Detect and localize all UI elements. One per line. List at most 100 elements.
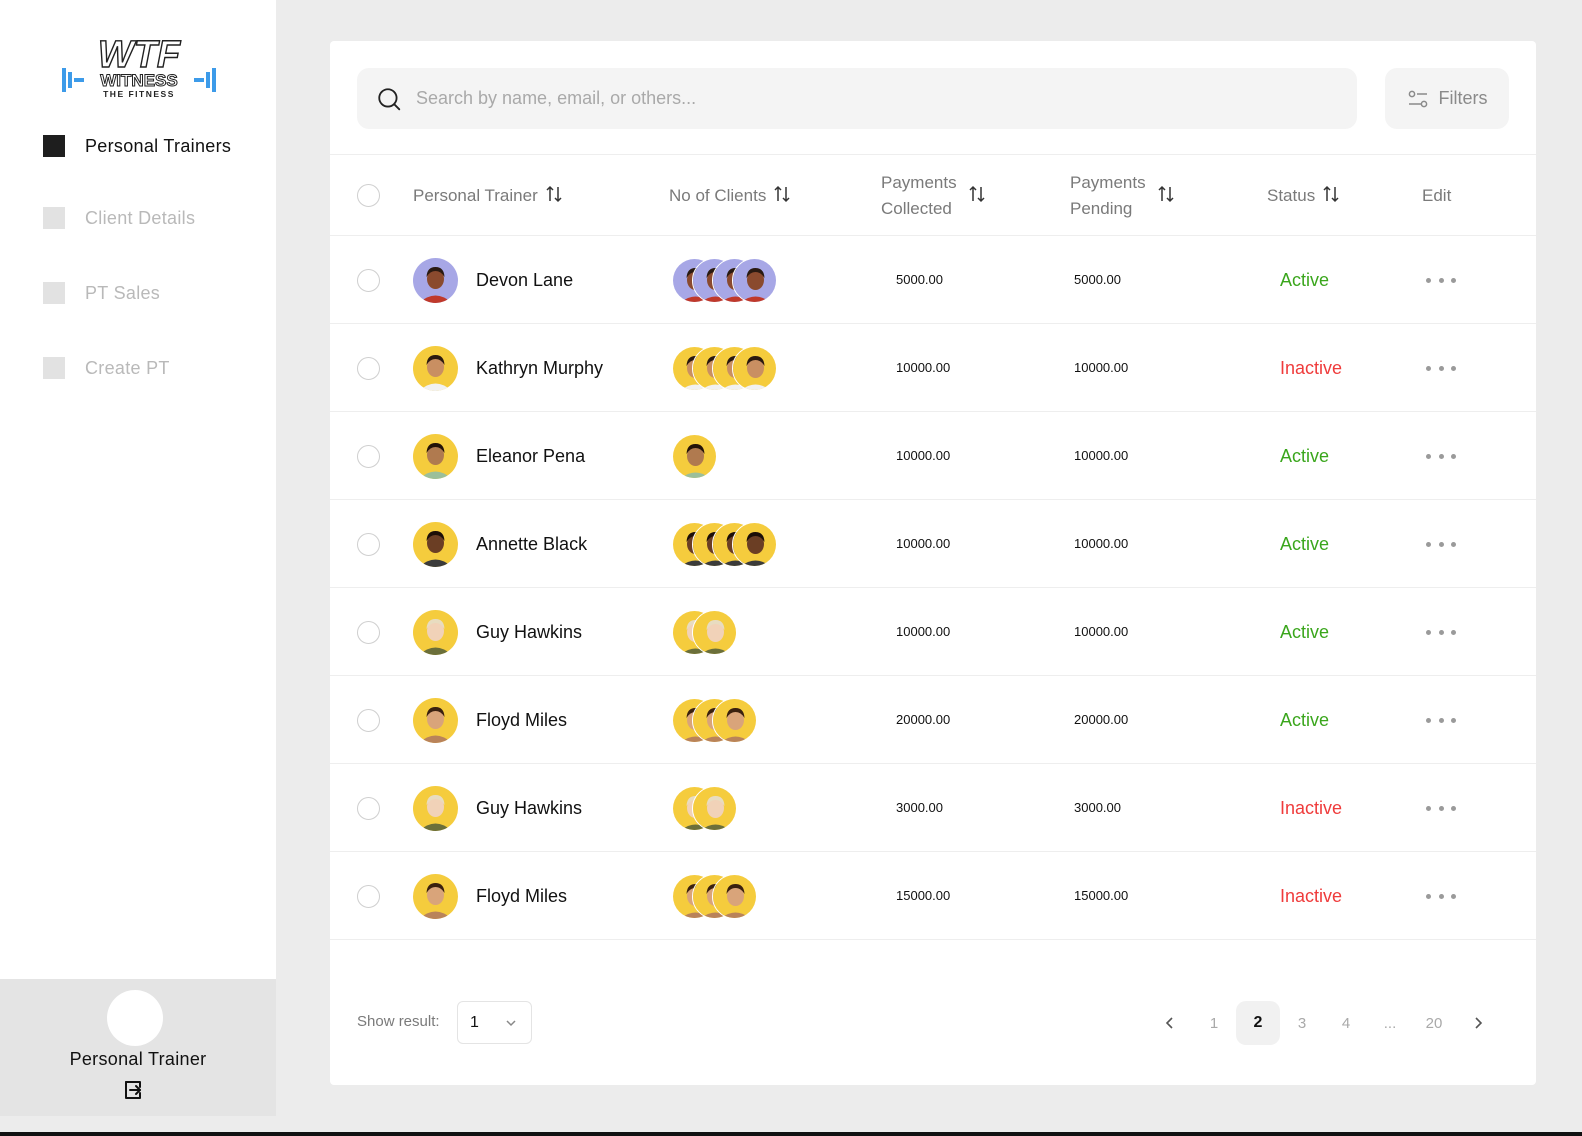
col-payments-collected[interactable]: Payments Collected	[881, 170, 985, 222]
trainer-name[interactable]: Floyd Miles	[476, 676, 567, 764]
more-options-icon[interactable]	[1426, 886, 1456, 906]
payments-pending: 10000.00	[1074, 536, 1129, 551]
user-panel: Personal Trainer	[0, 979, 276, 1116]
payments-pending: 3000.00	[1074, 800, 1121, 815]
sort-icon[interactable]	[1158, 185, 1174, 208]
row-select-radio[interactable]	[357, 709, 380, 732]
trainer-name[interactable]: Devon Lane	[476, 236, 573, 324]
page-button[interactable]: 2	[1236, 1001, 1280, 1045]
table-row[interactable]: Eleanor Pena 10000.00 10000.00 Active	[330, 412, 1536, 500]
sidebar-item-label: PT Sales	[85, 282, 161, 303]
row-select-radio[interactable]	[357, 445, 380, 468]
more-options-icon[interactable]	[1426, 534, 1456, 554]
page-button[interactable]: 4	[1324, 1001, 1368, 1045]
avatar[interactable]	[107, 990, 163, 1046]
page-ellipsis: ...	[1383, 1014, 1397, 1032]
payments-collected: 10000.00	[896, 536, 951, 551]
more-options-icon[interactable]	[1426, 710, 1456, 730]
payments-collected: 5000.00	[896, 272, 943, 287]
row-select-radio[interactable]	[357, 621, 380, 644]
table-header: Personal Trainer No of Clients Payments C…	[330, 154, 1536, 236]
avatar	[413, 522, 458, 567]
sidebar-item-create-pt[interactable]: Create PT	[43, 357, 170, 379]
client-avatar	[692, 610, 737, 655]
filter-sliders-icon	[1408, 90, 1427, 107]
avatar	[413, 610, 458, 655]
col-no-of-clients[interactable]: No of Clients	[669, 183, 790, 209]
col-header-line: Pending	[1070, 199, 1133, 218]
table-row[interactable]: Guy Hawkins 10000.00 10000.00 Active	[330, 588, 1536, 676]
trainers-card: Filters Personal Trainer No of Clients P…	[330, 41, 1536, 1085]
col-header-line: Payments	[881, 173, 957, 192]
more-options-icon[interactable]	[1426, 798, 1456, 818]
prev-page-icon[interactable]	[1148, 1001, 1192, 1045]
search-input[interactable]	[416, 88, 1296, 109]
col-payments-pending[interactable]: Payments Pending	[1070, 170, 1174, 222]
trainer-name[interactable]: Eleanor Pena	[476, 412, 585, 500]
table-body: Devon Lane 5000.00 5000.00 Active Kathryn Mu…	[330, 236, 1536, 940]
more-options-icon[interactable]	[1426, 270, 1456, 290]
select-all-radio[interactable]	[357, 184, 380, 207]
row-select-radio[interactable]	[357, 533, 380, 556]
status-badge: Active	[1280, 709, 1330, 730]
page-button[interactable]: 3	[1280, 1001, 1324, 1045]
trainer-name[interactable]: Kathryn Murphy	[476, 324, 603, 412]
col-edit: Edit	[1422, 183, 1451, 209]
table-row[interactable]: Floyd Miles 20000.00 20000.00 Active	[330, 676, 1536, 764]
sort-icon[interactable]	[546, 185, 562, 208]
status-badge: Inactive	[1280, 885, 1343, 906]
sort-icon[interactable]	[774, 185, 790, 208]
row-select-radio[interactable]	[357, 269, 380, 292]
trainer-name[interactable]: Guy Hawkins	[476, 588, 582, 676]
client-avatar	[712, 698, 757, 743]
payments-collected: 20000.00	[896, 712, 951, 727]
trainer-name[interactable]: Annette Black	[476, 500, 587, 588]
status-badge: Active	[1280, 621, 1330, 642]
more-options-icon[interactable]	[1426, 622, 1456, 642]
more-options-icon[interactable]	[1426, 446, 1456, 466]
client-avatar	[732, 258, 777, 303]
row-select-radio[interactable]	[357, 885, 380, 908]
sort-icon[interactable]	[1323, 185, 1339, 208]
col-personal-trainer[interactable]: Personal Trainer	[413, 183, 562, 209]
table-footer: Show result: 1 1 2 3 4... 20	[330, 1001, 1536, 1045]
table-row[interactable]: Guy Hawkins 3000.00 3000.00 Inactive	[330, 764, 1536, 852]
payments-collected: 3000.00	[896, 800, 943, 815]
table-row[interactable]: Annette Black 10000.00 10000.00 Active	[330, 500, 1536, 588]
trainer-name[interactable]: Floyd Miles	[476, 852, 567, 940]
search-bar[interactable]	[357, 68, 1357, 129]
avatar	[413, 874, 458, 919]
trainer-name[interactable]: Guy Hawkins	[476, 764, 582, 852]
page-button[interactable]: 1	[1192, 1001, 1236, 1045]
brand-logo[interactable]: WTF WITNESS THE FITNESS	[58, 33, 220, 100]
col-status[interactable]: Status	[1267, 183, 1339, 209]
row-select-radio[interactable]	[357, 357, 380, 380]
nav-square-icon	[43, 357, 65, 379]
sidebar-item-client-details[interactable]: Client Details	[43, 207, 195, 229]
avatar	[413, 434, 458, 479]
show-result-select[interactable]: 1	[457, 1001, 532, 1044]
filters-button[interactable]: Filters	[1385, 68, 1509, 129]
table-row[interactable]: Floyd Miles 15000.00 15000.00 Inactive	[330, 852, 1536, 940]
row-select-radio[interactable]	[357, 797, 380, 820]
table-row[interactable]: Kathryn Murphy 10000.00 10000.00 Inactive	[330, 324, 1536, 412]
logout-icon[interactable]	[122, 1078, 146, 1102]
status-badge: Active	[1280, 533, 1330, 554]
payments-pending: 10000.00	[1074, 448, 1129, 463]
sort-icon[interactable]	[969, 185, 985, 208]
payments-collected: 10000.00	[896, 448, 951, 463]
more-options-icon[interactable]	[1426, 358, 1456, 378]
search-icon	[378, 87, 401, 110]
next-page-icon[interactable]	[1456, 1001, 1500, 1045]
sidebar-item-pt-sales[interactable]: PT Sales	[43, 282, 160, 304]
col-header-label: No of Clients	[669, 186, 767, 205]
col-header-label: Edit	[1422, 186, 1452, 205]
col-header-label: Personal Trainer	[413, 186, 538, 205]
table-row[interactable]: Devon Lane 5000.00 5000.00 Active	[330, 236, 1536, 324]
col-header-label: Payments Collected	[881, 170, 957, 222]
sidebar-item-personal-trainers[interactable]: Personal Trainers	[43, 135, 231, 157]
show-result-value: 1	[470, 1013, 479, 1031]
user-role: Personal Trainer	[69, 1049, 207, 1069]
col-header-line: Payments	[1070, 173, 1146, 192]
page-button[interactable]: 20	[1412, 1001, 1456, 1045]
